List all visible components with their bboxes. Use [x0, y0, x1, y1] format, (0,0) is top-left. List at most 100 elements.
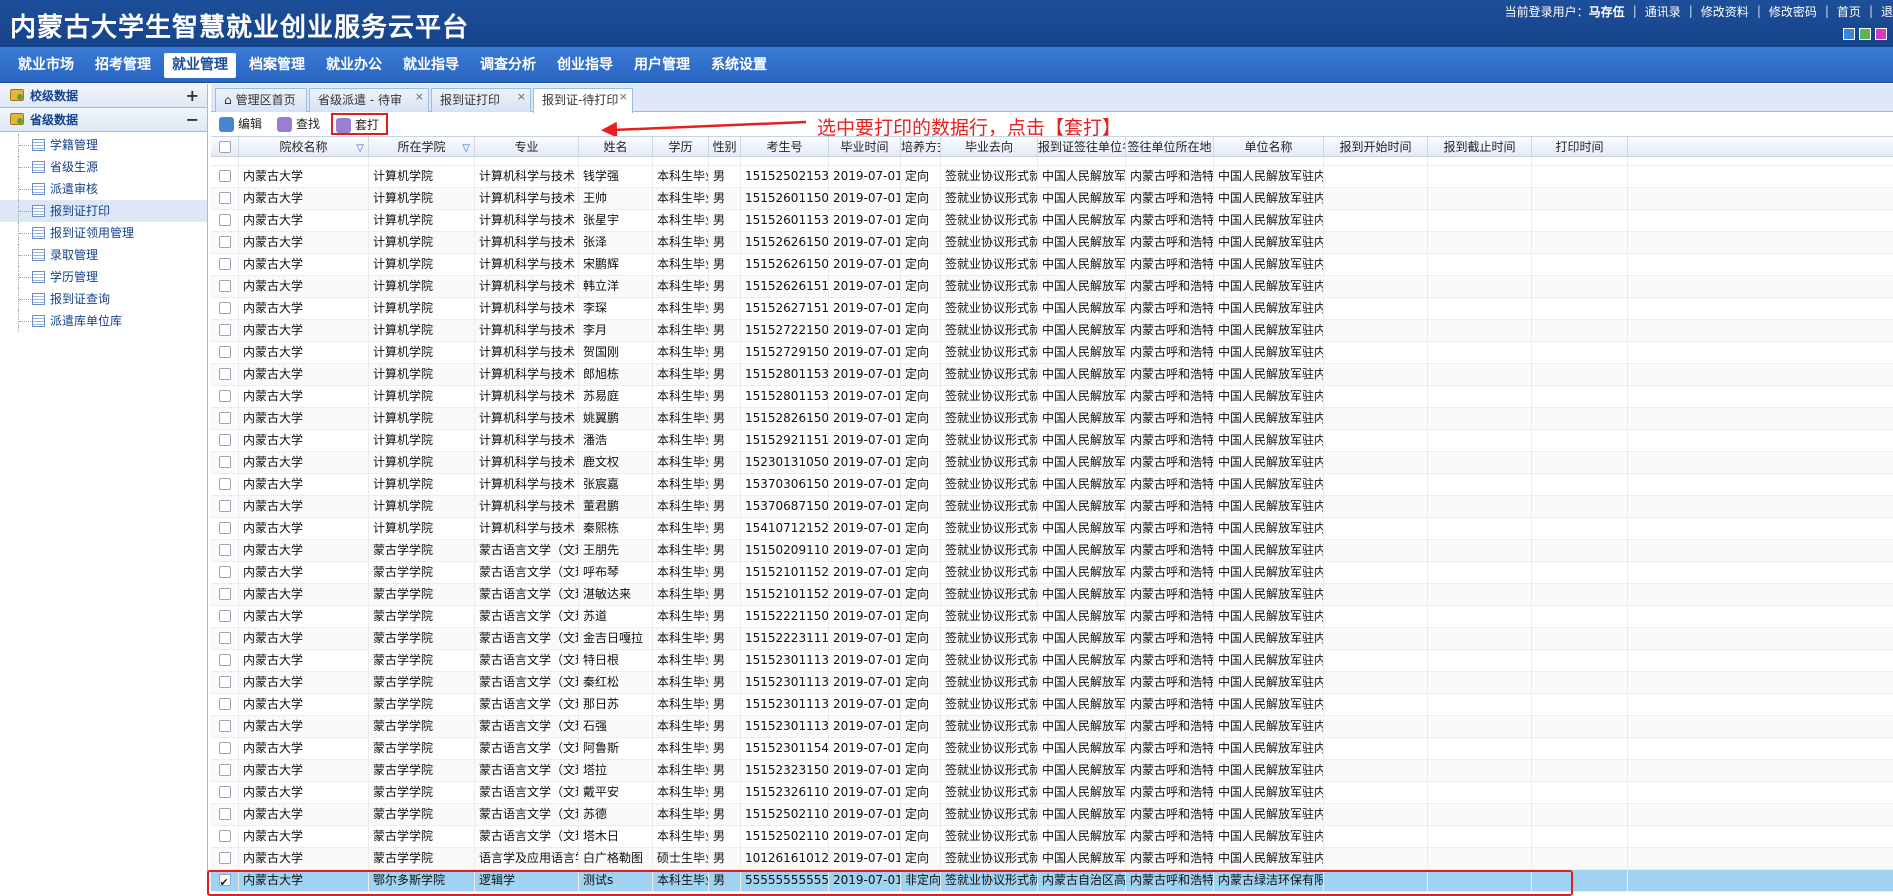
- close-icon[interactable]: ×: [517, 86, 526, 108]
- nav-item[interactable]: 用户管理: [626, 53, 698, 78]
- row-checkbox[interactable]: [211, 298, 239, 319]
- row-checkbox[interactable]: [211, 254, 239, 275]
- tab-cert-print[interactable]: 报到证打印 ×: [431, 88, 531, 112]
- select-all-checkbox[interactable]: [211, 137, 239, 156]
- filter-dropdown-icon[interactable]: ▽: [356, 139, 364, 156]
- row-checkbox[interactable]: [211, 826, 239, 847]
- row-checkbox[interactable]: [211, 474, 239, 495]
- table-row[interactable]: 内蒙古大学计算机学院计算机科学与技术姚翼鹏本科生毕业男1515282615020…: [211, 408, 1893, 430]
- row-checkbox[interactable]: [211, 870, 239, 891]
- close-icon[interactable]: ×: [415, 86, 424, 108]
- table-row[interactable]: 内蒙古大学蒙古学学院蒙古语言文学（文理综金吉日嘎拉本科生毕业男151522231…: [211, 628, 1893, 650]
- contacts-link[interactable]: 通讯录: [1645, 3, 1681, 20]
- nav-item[interactable]: 就业办公: [318, 53, 390, 78]
- row-checkbox[interactable]: [211, 672, 239, 693]
- table-row[interactable]: 内蒙古大学蒙古学学院蒙古语言文学（文理综湛敏达来本科生毕业男1515210115…: [211, 584, 1893, 606]
- sidebar-item[interactable]: 录取管理: [0, 244, 207, 266]
- nav-item[interactable]: 调查分析: [472, 53, 544, 78]
- column-header[interactable]: 签往单位所在地: [1126, 137, 1214, 156]
- table-row[interactable]: 内蒙古大学蒙古学学院蒙古语言文学（文理综石强本科生毕业男151523011137…: [211, 716, 1893, 738]
- table-row[interactable]: 内蒙古大学蒙古学学院蒙古语言文学（文理综戴平安本科生毕业男15152326110…: [211, 782, 1893, 804]
- filter-dropdown-icon[interactable]: ▽: [462, 139, 470, 156]
- print-button[interactable]: 套打: [331, 113, 389, 135]
- row-checkbox[interactable]: [211, 650, 239, 671]
- table-row[interactable]: 内蒙古大学计算机学院计算机科学与技术苏易庭本科生毕业男1515280115374…: [211, 386, 1893, 408]
- column-header[interactable]: 毕业去向: [941, 137, 1038, 156]
- sidebar-item[interactable]: 学历管理: [0, 266, 207, 288]
- column-header[interactable]: 报到开始时间: [1324, 137, 1428, 156]
- nav-item[interactable]: 招考管理: [87, 53, 159, 78]
- table-row[interactable]: 内蒙古大学蒙古学学院语言学及应用语言学白广格勒图硕士生毕业男1012616101…: [211, 848, 1893, 870]
- sidebar-item[interactable]: 学籍管理: [0, 134, 207, 156]
- expand-icon[interactable]: +: [186, 84, 199, 108]
- table-row[interactable]: 内蒙古大学蒙古学学院蒙古语言文学（文理综秦红松本科生毕业男15152301113…: [211, 672, 1893, 694]
- change-password-link[interactable]: 修改密码: [1769, 3, 1817, 20]
- column-header[interactable]: 培养方式: [901, 137, 941, 156]
- row-checkbox[interactable]: [211, 738, 239, 759]
- sidebar-item[interactable]: 报到证打印: [0, 200, 207, 222]
- column-header[interactable]: 毕业时间: [829, 137, 901, 156]
- row-checkbox[interactable]: [211, 848, 239, 869]
- edit-button[interactable]: 编辑: [215, 113, 269, 135]
- column-header[interactable]: 考生号: [741, 137, 829, 156]
- row-checkbox[interactable]: [211, 782, 239, 803]
- column-header[interactable]: 报到证签往单位名称: [1038, 137, 1126, 156]
- sidebar-item[interactable]: 报到证领用管理: [0, 222, 207, 244]
- table-row[interactable]: 内蒙古大学蒙古学学院蒙古语言文学（文理综特日根本科生毕业男15152301113…: [211, 650, 1893, 672]
- table-row[interactable]: 内蒙古大学蒙古学学院蒙古语言文学（文理综阿鲁斯本科生毕业男15152301154…: [211, 738, 1893, 760]
- column-header[interactable]: 专业: [475, 137, 579, 156]
- row-checkbox[interactable]: [211, 760, 239, 781]
- sidebar-item[interactable]: 派遣审核: [0, 178, 207, 200]
- tab-cert-pending[interactable]: 报到证-待打印 ×: [533, 88, 633, 113]
- edit-profile-link[interactable]: 修改资料: [1701, 3, 1749, 20]
- nav-item[interactable]: 就业指导: [395, 53, 467, 78]
- row-checkbox[interactable]: [211, 430, 239, 451]
- row-checkbox[interactable]: [211, 386, 239, 407]
- table-row[interactable]: 内蒙古大学计算机学院计算机科学与技术张泽本科生毕业男15152626150186…: [211, 232, 1893, 254]
- table-row[interactable]: 内蒙古大学蒙古学学院蒙古语言文学（文理综王朋先本科生毕业男15150209110…: [211, 540, 1893, 562]
- table-row[interactable]: 内蒙古大学蒙古学学院蒙古语言文学（文理综苏道本科生毕业男151522211503…: [211, 606, 1893, 628]
- nav-item[interactable]: 创业指导: [549, 53, 621, 78]
- column-header[interactable]: 学历: [653, 137, 709, 156]
- table-row[interactable]: 内蒙古大学计算机学院计算机科学与技术钱学强本科生毕业男1515250215305…: [211, 166, 1893, 188]
- skin-blue[interactable]: [1843, 28, 1855, 40]
- row-checkbox[interactable]: [211, 408, 239, 429]
- table-row[interactable]: 内蒙古大学计算机学院计算机科学与技术韩立洋本科生毕业男1515262615155…: [211, 276, 1893, 298]
- table-row[interactable]: 内蒙古大学计算机学院计算机科学与技术秦熙栋本科生毕业男1541071215271…: [211, 518, 1893, 540]
- row-checkbox[interactable]: [211, 540, 239, 561]
- sidebar-section-school[interactable]: 校级数据 +: [0, 84, 207, 108]
- row-checkbox[interactable]: [211, 562, 239, 583]
- table-row[interactable]: 内蒙古大学蒙古学学院蒙古语言文学（文理综塔木日本科生毕业男15152502110…: [211, 826, 1893, 848]
- sidebar-item[interactable]: 报到证查询: [0, 288, 207, 310]
- table-row[interactable]: 内蒙古大学计算机学院计算机科学与技术鹿文权本科生毕业男1523013105045…: [211, 452, 1893, 474]
- row-checkbox[interactable]: [211, 232, 239, 253]
- table-row[interactable]: 内蒙古大学蒙古学学院蒙古语言文学（文理综塔拉本科生毕业男151523231508…: [211, 760, 1893, 782]
- column-header[interactable]: 姓名: [579, 137, 653, 156]
- column-header[interactable]: 所在学院 ▽: [369, 137, 475, 156]
- tab-home[interactable]: ⌂ 管理区首页: [215, 88, 307, 112]
- skin-green[interactable]: [1859, 28, 1871, 40]
- skin-pink[interactable]: [1875, 28, 1887, 40]
- table-row[interactable]: 内蒙古大学计算机学院计算机科学与技术李月本科生毕业男15152722150819…: [211, 320, 1893, 342]
- find-button[interactable]: 查找: [273, 113, 327, 135]
- table-row[interactable]: 内蒙古大学计算机学院计算机科学与技术贺国刚本科生毕业男1515272915024…: [211, 342, 1893, 364]
- row-checkbox[interactable]: [211, 606, 239, 627]
- table-row[interactable]: 内蒙古大学计算机学院计算机科学与技术董君鹏本科生毕业男1537068715040…: [211, 496, 1893, 518]
- collapse-icon[interactable]: −: [186, 108, 199, 132]
- row-checkbox[interactable]: [211, 496, 239, 517]
- sidebar-item[interactable]: 省级生源: [0, 156, 207, 178]
- table-row[interactable]: 内蒙古大学计算机学院计算机科学与技术张宸嘉本科生毕业男1537030615029…: [211, 474, 1893, 496]
- close-icon[interactable]: ×: [619, 86, 628, 108]
- row-checkbox[interactable]: [211, 188, 239, 209]
- tab-dispatch-review[interactable]: 省级派遣 - 待审 ×: [309, 88, 429, 112]
- row-checkbox[interactable]: [211, 716, 239, 737]
- row-checkbox[interactable]: [211, 804, 239, 825]
- table-row[interactable]: 内蒙古大学计算机学院计算机科学与技术宋鹏辉本科生毕业男1515262615046…: [211, 254, 1893, 276]
- row-checkbox[interactable]: [211, 210, 239, 231]
- table-row[interactable]: 内蒙古大学计算机学院计算机科学与技术郎旭栋本科生毕业男1515280115366…: [211, 364, 1893, 386]
- row-checkbox[interactable]: [211, 452, 239, 473]
- logout-link[interactable]: 退: [1881, 3, 1893, 20]
- sidebar-section-province[interactable]: 省级数据 −: [0, 108, 207, 132]
- table-row[interactable]: 内蒙古大学计算机学院计算机科学与技术李琛本科生毕业男15152627151099…: [211, 298, 1893, 320]
- row-checkbox[interactable]: [211, 276, 239, 297]
